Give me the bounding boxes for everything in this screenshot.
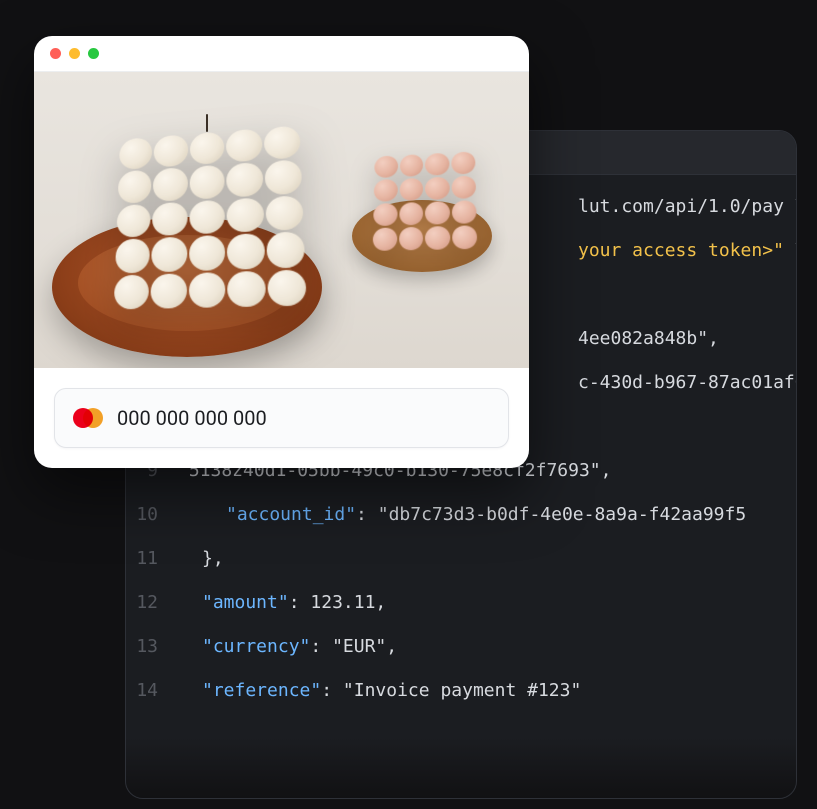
code-line: 14"reference": "Invoice payment #123" xyxy=(126,677,796,721)
window-minimize-icon[interactable] xyxy=(69,48,80,59)
code-line: 11}, xyxy=(126,545,796,589)
line-number: 12 xyxy=(126,589,178,617)
window-zoom-icon[interactable] xyxy=(88,48,99,59)
card-number-value: 000 000 000 000 xyxy=(117,406,267,430)
code-content: "amount": 123.11, xyxy=(178,589,796,617)
product-window: 000 000 000 000 xyxy=(34,36,529,468)
code-content: "reference": "Invoice payment #123" xyxy=(178,677,796,705)
line-number: 11 xyxy=(126,545,178,573)
window-close-icon[interactable] xyxy=(50,48,61,59)
line-number: 14 xyxy=(126,677,178,705)
card-number-input[interactable]: 000 000 000 000 xyxy=(54,388,509,448)
candle-wick xyxy=(206,114,208,132)
code-content: }, xyxy=(178,545,796,573)
bubble-candle-cream xyxy=(114,125,307,309)
code-line: 10"account_id": "db7c73d3-b0df-4e0e-8a9a… xyxy=(126,501,796,545)
code-content: "account_id": "db7c73d3-b0df-4e0e-8a9a-f… xyxy=(178,501,796,529)
product-image xyxy=(34,72,529,368)
fade-overlay xyxy=(126,738,796,798)
window-titlebar xyxy=(34,36,529,72)
code-content: "currency": "EUR", xyxy=(178,633,796,661)
bubble-candle-pink xyxy=(373,151,478,251)
card-input-row: 000 000 000 000 xyxy=(34,368,529,468)
code-line: 12"amount": 123.11, xyxy=(126,589,796,633)
line-number: 13 xyxy=(126,633,178,661)
line-number: 10 xyxy=(126,501,178,529)
mastercard-icon xyxy=(73,408,103,428)
code-line: 13"currency": "EUR", xyxy=(126,633,796,677)
